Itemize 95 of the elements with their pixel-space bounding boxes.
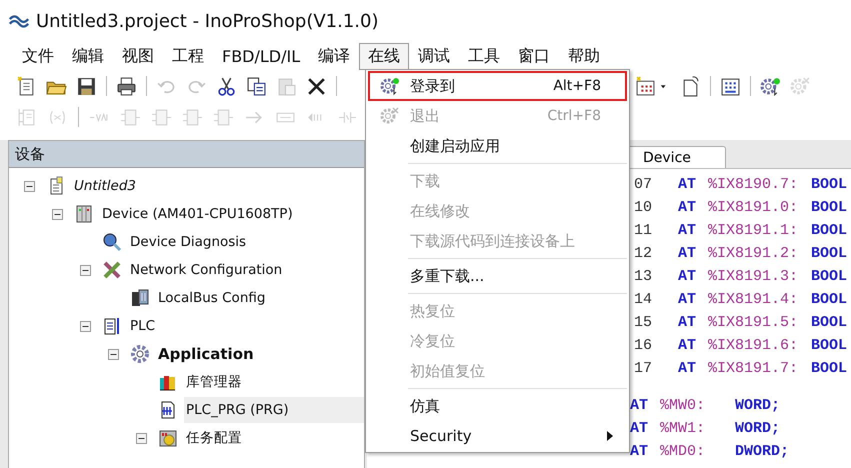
code-type: BOOL (811, 337, 848, 354)
menu-item[interactable]: 工程 (163, 42, 213, 70)
code-address: %IX8191.4: (708, 291, 800, 308)
code-keyword: AT (630, 397, 650, 414)
code-text: 11 (634, 222, 654, 239)
menu-item[interactable]: 文件 (13, 42, 63, 70)
collapse-toggle-icon[interactable] (80, 264, 91, 276)
window-title: Untitled3.project - InoProShop(V1.1.0) (36, 10, 379, 32)
submenu-arrow-icon (607, 431, 613, 441)
tools-icon (102, 260, 122, 280)
tree-item[interactable]: PLC (128, 313, 364, 339)
code-keyword: AT (678, 337, 698, 354)
menu-item[interactable]: 编辑 (63, 42, 113, 70)
code-type: BOOL (811, 268, 848, 285)
code-type: BOOL (811, 360, 848, 377)
menu-item[interactable]: Security (368, 421, 627, 451)
code-type: WORD; (735, 420, 780, 437)
code-address: %IX8191.2: (708, 245, 800, 262)
code-text: 07 (634, 176, 654, 193)
code-text: 10 (634, 199, 654, 216)
code-address: %IX8191.5: (708, 314, 800, 331)
code-keyword: AT (678, 222, 698, 239)
menu-item[interactable]: 登录到 Alt+F8 (368, 71, 627, 101)
code-keyword: AT (630, 420, 650, 437)
code-type: DWORD; (735, 443, 790, 460)
code-keyword: AT (678, 314, 698, 331)
task-icon (158, 428, 178, 448)
code-keyword: AT (678, 268, 698, 285)
code-text: 14 (634, 291, 654, 308)
panel-title: 设备 (9, 141, 364, 168)
code-address: %MD0: (660, 443, 706, 460)
copy-icon[interactable] (246, 76, 267, 96)
code-type: BOOL (811, 291, 848, 308)
code-keyword: AT (678, 245, 698, 262)
tree-item[interactable]: Device Diagnosis (128, 229, 364, 255)
code-text: 15 (634, 314, 654, 331)
code-address: %IX8191.3: (708, 268, 800, 285)
menu-item[interactable]: 编译 (309, 42, 360, 70)
gear-icon[interactable] (760, 76, 781, 96)
code-address: %IX8191.7: (708, 360, 800, 377)
code-keyword: AT (678, 176, 698, 193)
magnifier-icon (102, 232, 122, 252)
code-text: 13 (634, 268, 654, 285)
gear-icon (130, 344, 150, 364)
code-type: BOOL (811, 176, 848, 193)
module-icon (130, 288, 150, 308)
code-type: WORD; (735, 397, 780, 414)
menu-item[interactable]: FBD/LD/IL (213, 42, 310, 70)
code-keyword: AT (678, 199, 698, 216)
code-address: %IX8191.0: (708, 199, 800, 216)
code-type: BOOL (811, 222, 848, 239)
device-icon (74, 204, 94, 224)
code-keyword: AT (678, 291, 698, 308)
collapse-toggle-icon[interactable] (24, 180, 35, 192)
code-type: BOOL (811, 314, 848, 331)
menu-item[interactable]: 工具 (459, 42, 510, 70)
delete-icon[interactable] (306, 76, 327, 96)
menu-item[interactable]: 调试 (409, 42, 460, 70)
code-text: 16 (634, 337, 654, 354)
tree-item[interactable]: Untitled3 (72, 173, 364, 199)
collapse-toggle-icon[interactable] (108, 348, 119, 360)
code-address: %MW0: (660, 397, 706, 414)
grid-icon[interactable] (720, 76, 741, 96)
tree-item[interactable]: Network Configuration (128, 257, 364, 283)
code-address: %IX8191.1: (708, 222, 800, 239)
collapse-toggle-icon[interactable] (80, 320, 91, 332)
menu-item[interactable]: 视图 (113, 42, 163, 70)
gear-icon (380, 106, 400, 126)
code-type: BOOL (811, 199, 848, 216)
code-type: BOOL (811, 245, 848, 262)
code-address: %MW1: (660, 420, 706, 437)
collapse-toggle-icon[interactable] (52, 208, 63, 220)
tree-item[interactable]: Application (156, 341, 364, 367)
tree-item[interactable]: LocalBus Config (156, 285, 364, 311)
code-keyword: AT (630, 443, 650, 460)
menu-item[interactable]: 窗口 (509, 42, 560, 70)
code-address: %IX8191.6: (708, 337, 800, 354)
code-text: 17 (634, 360, 654, 377)
tree-item[interactable]: Device (AM401-CPU1608TP) (100, 201, 364, 227)
program-file-icon (102, 316, 122, 336)
table-icon[interactable] (635, 76, 656, 96)
printer-icon[interactable] (116, 76, 137, 96)
collapse-toggle-icon[interactable] (136, 432, 147, 444)
menu-item[interactable]: 在线 (359, 42, 410, 70)
scissors-icon[interactable] (216, 76, 237, 96)
code-text: 12 (634, 245, 654, 262)
code-keyword: AT (678, 360, 698, 377)
menu-item[interactable]: 多重下载... (368, 261, 627, 291)
tree-item[interactable]: 库管理器 (184, 369, 364, 395)
menu-item[interactable]: 帮助 (559, 42, 610, 70)
tree-item[interactable]: 任务配置 (184, 425, 364, 451)
code-address: %IX8190.7: (708, 176, 800, 193)
menu-item[interactable]: 仿真 (368, 391, 627, 421)
gear-icon (380, 76, 400, 96)
tree-item[interactable]: PLC_PRG (PRG) (184, 397, 364, 423)
